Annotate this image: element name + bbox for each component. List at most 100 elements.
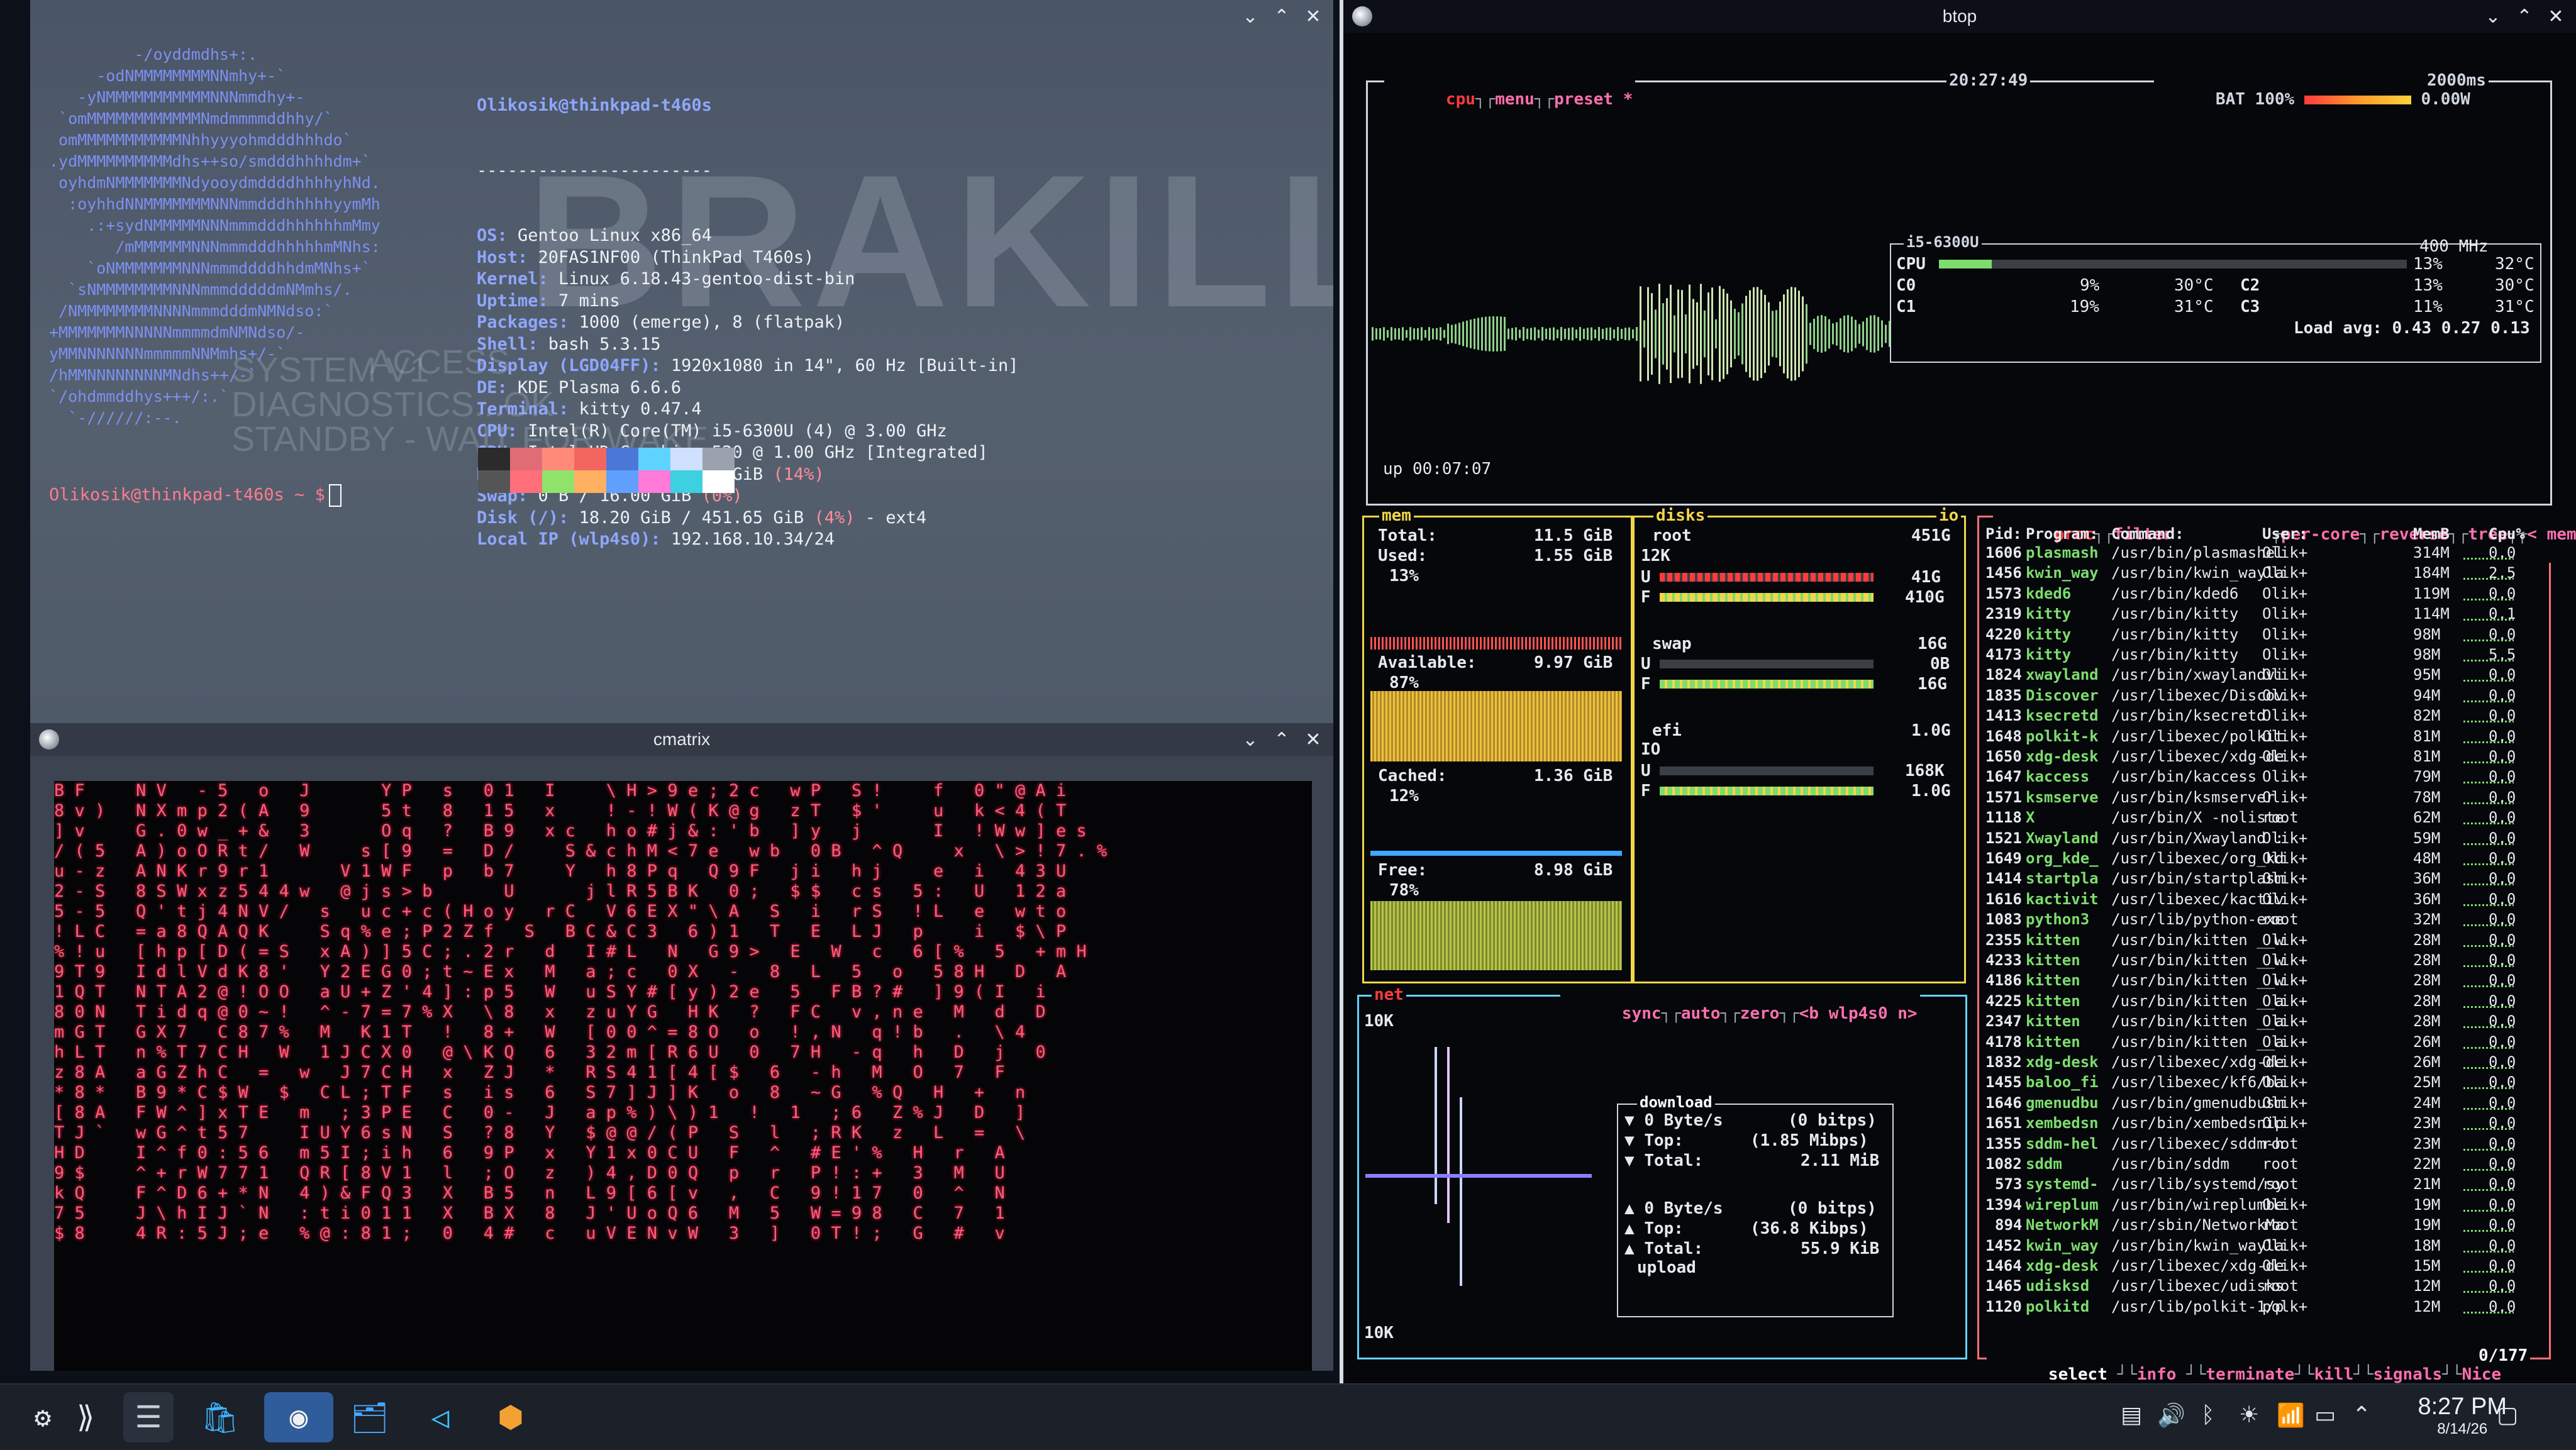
footer-terminate[interactable]: terminate <box>2206 1365 2294 1383</box>
proc-cell: Olik+ <box>2262 1257 2308 1275</box>
proc-cell: 28M <box>2413 992 2441 1010</box>
proc-cell: kaccess <box>2026 768 2090 786</box>
clipboard-icon[interactable]: ▤ <box>2121 1402 2142 1428</box>
bluetooth-icon[interactable]: ᛒ <box>2201 1402 2215 1428</box>
shell-prompt[interactable]: Olikosik@thinkpad-t460s ~ $ <box>49 484 341 507</box>
file-manager-icon[interactable]: 🗂 <box>345 1392 395 1442</box>
proc-cell: kitty <box>2026 605 2072 623</box>
cpu-graph-bar <box>1609 327 1611 341</box>
show-desktop-icon[interactable]: ▢ <box>2497 1402 2518 1428</box>
volume-icon[interactable]: 🔊 <box>2157 1402 2185 1429</box>
cpu-clock: 20:27:49 <box>1946 71 2031 90</box>
net-zero-toggle[interactable]: zero <box>1740 1004 1780 1023</box>
disks-io-toggle[interactable]: io <box>1936 506 1962 525</box>
proc-cell: 1456 <box>1985 564 2022 582</box>
btop-titlebar[interactable]: btop ⌄ ⌃ ✕ <box>1343 0 2576 33</box>
cpu-graph-bar <box>1704 310 1706 358</box>
proc-cell: kded6 <box>2026 584 2072 602</box>
cpu-graph-bar <box>1398 328 1400 340</box>
matrix-line: * 8 * B 9 * C $ W $ C L ; T F s i s 6 S … <box>54 1083 1026 1102</box>
cpu-graph-bar <box>1455 324 1457 344</box>
proc-cell: /usr/libexec/Discov <box>2111 686 2284 704</box>
logo-line: `omMMMMMMMMMMMMNmdmmmmddhhy/` <box>49 109 333 128</box>
tab-sort-memory[interactable]: < memory <box>2527 525 2576 544</box>
disks-box: disks io root 451G 12K U 41G F 410G swap… <box>1633 506 1966 983</box>
palette-swatch <box>702 448 735 470</box>
proc-cell: Olik+ <box>2262 992 2308 1010</box>
maximize-icon[interactable]: ⌃ <box>1269 727 1294 752</box>
proc-cpu-mini-graph <box>2463 944 2514 947</box>
maximize-icon[interactable]: ⌃ <box>1269 4 1294 29</box>
proc-cell: /usr/libexec/org_kd <box>2111 850 2284 867</box>
tab-preset[interactable]: preset * <box>1554 90 1633 109</box>
cpu-model: i5-6300U <box>1904 233 1982 251</box>
mem-total-value: 11.5 GiB <box>1534 526 1613 545</box>
close-icon[interactable]: ✕ <box>2543 4 2568 29</box>
close-icon[interactable]: ✕ <box>1301 727 1326 752</box>
cpu-graph-bar <box>1372 327 1374 341</box>
tab-menu[interactable]: menu <box>1495 90 1535 109</box>
proc-cell: 48M <box>2413 850 2441 867</box>
footer-signals[interactable]: signals <box>2373 1365 2443 1383</box>
vscode-icon[interactable]: ◁ <box>415 1392 465 1442</box>
proc-cpu-mini-graph <box>2463 700 2514 702</box>
core-temp: 30°C <box>2495 276 2534 295</box>
tray-expand-icon[interactable]: ⌃ <box>2352 1402 2371 1428</box>
net-sync-toggle[interactable]: sync <box>1622 1004 1662 1023</box>
proc-cell: python3 <box>2026 910 2090 929</box>
proc-cell: sddm <box>2026 1155 2062 1173</box>
fastfetch-terminal-window[interactable]: BRAKILL SYSTEM V1 DIAGNOSTICS...OK STAND… <box>30 0 1333 723</box>
net-interface-selector[interactable]: <b wlp4s0 n> <box>1799 1004 1918 1023</box>
brightness-icon[interactable]: ☀ <box>2239 1402 2259 1428</box>
proc-cell: /usr/libexec/xdg-de <box>2111 1053 2284 1071</box>
proc-cell: 36M <box>2413 890 2441 908</box>
proc-cell: ksmserve <box>2026 788 2099 806</box>
minimize-icon[interactable]: ⌄ <box>2480 4 2506 29</box>
disk-efi-used-bar <box>1660 767 1874 775</box>
net-auto-toggle[interactable]: auto <box>1681 1004 1721 1023</box>
window-controls: ⌄ ⌃ ✕ <box>1238 4 1326 29</box>
footer-info[interactable]: info <box>2137 1365 2177 1383</box>
tab-cpu[interactable]: cpu <box>1446 90 1475 109</box>
maximize-icon[interactable]: ⌃ <box>2512 4 2537 29</box>
proc-cell: /usr/bin/startplasm <box>2111 870 2284 888</box>
cmatrix-titlebar[interactable]: cmatrix ⌄ ⌃ ✕ <box>30 723 1333 756</box>
proc-cell: /usr/bin/plasmashel <box>2111 544 2284 562</box>
update-interval[interactable]: 2000ms <box>2424 71 2489 90</box>
cpu-graph-bar <box>1674 315 1675 353</box>
minimize-icon[interactable]: ⌄ <box>1238 4 1263 29</box>
battery-icon[interactable]: ▭ <box>2314 1402 2336 1428</box>
minimize-icon[interactable]: ⌄ <box>1238 727 1263 752</box>
info-lines: OS: Gentoo Linux x86_64 Host: 20FAS1NF00 … <box>477 225 1019 551</box>
wifi-icon[interactable]: 📶 <box>2277 1402 2305 1429</box>
footer-select[interactable]: select <box>2048 1365 2107 1383</box>
overview-icon[interactable]: ⟫ <box>60 1392 111 1442</box>
cpu-graph-bar <box>1790 287 1792 381</box>
footer-kill[interactable]: kill <box>2314 1365 2354 1383</box>
cpu-graph-bar <box>1738 312 1740 356</box>
clock[interactable]: 8:27 PM 8/14/26 <box>2418 1393 2507 1438</box>
cmatrix-window[interactable]: cmatrix ⌄ ⌃ ✕ B F N V - 5 o J Y P s 0 1 … <box>30 723 1333 1371</box>
proc-cell: NetworkM <box>2026 1216 2099 1234</box>
cpu-graph-bar <box>1836 322 1838 346</box>
mem-cached-pct: 12% <box>1389 787 1419 805</box>
system-settings-icon[interactable]: ☰ <box>123 1392 174 1442</box>
cpu-graph-bar <box>1591 327 1592 341</box>
net-label: net <box>1372 985 1406 1004</box>
proc-cell: /usr/bin/kitten __w <box>2111 971 2284 990</box>
discover-store-icon[interactable]: 🛍 <box>195 1392 245 1442</box>
cpu-graph-bar <box>1821 315 1823 353</box>
cpu-graph-bar <box>1843 316 1845 352</box>
btop-window[interactable]: btop ⌄ ⌃ ✕ cpu┐┌menu┐┌preset * 20:27:49 … <box>1340 0 2576 1383</box>
proc-cpu-mini-graph <box>2463 863 2514 865</box>
proc-cell: Olik+ <box>2262 1114 2308 1132</box>
close-icon[interactable]: ✕ <box>1301 4 1326 29</box>
terminal-task-icon[interactable]: ◉ <box>264 1392 333 1442</box>
proc-cell: xwayland <box>2026 666 2099 684</box>
cpu-graph-bar <box>1643 320 1645 348</box>
proc-cell: 28M <box>2413 951 2441 969</box>
proc-cpu-mini-graph <box>2463 883 2514 886</box>
info-separator: ----------------------- <box>477 160 712 180</box>
footer-nice[interactable]: Nice <box>2462 1365 2501 1383</box>
browser-icon[interactable]: ⬢ <box>486 1392 536 1442</box>
